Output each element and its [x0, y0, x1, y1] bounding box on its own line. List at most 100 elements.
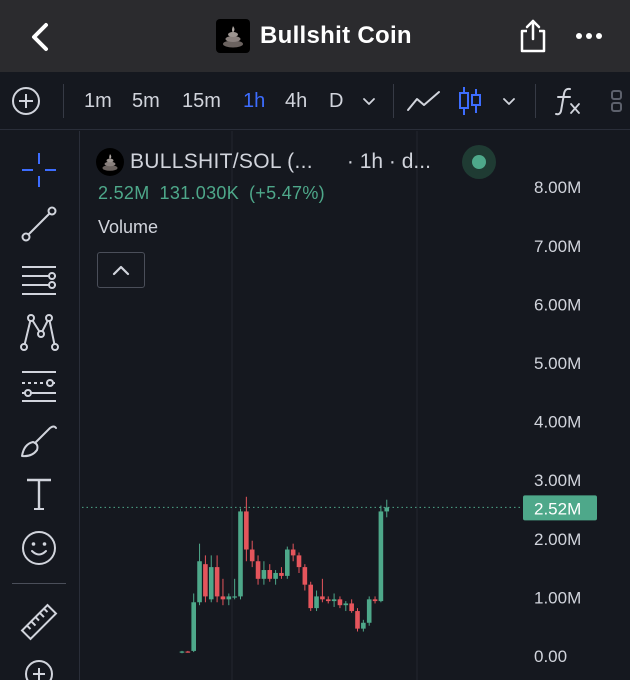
candle-body — [220, 596, 226, 600]
add-indicator-button[interactable] — [10, 72, 42, 130]
interval-15m[interactable]: 15m — [182, 72, 221, 130]
candle-body — [320, 596, 325, 600]
candlestick-icon — [459, 87, 481, 115]
brush-icon — [21, 425, 57, 458]
candle-body — [185, 651, 191, 653]
interval-1m[interactable]: 1m — [84, 72, 112, 130]
legend-interval: · 1h · d... — [346, 150, 431, 173]
candle-body — [249, 549, 255, 562]
market-status-indicator[interactable] — [462, 145, 496, 179]
pattern-icon — [20, 314, 59, 351]
price-axis-label: 6.00M — [534, 295, 581, 314]
toolbar-divider — [535, 84, 536, 118]
toolbar-divider — [63, 84, 64, 118]
crosshair-tool[interactable] — [16, 147, 62, 193]
back-button[interactable] — [26, 20, 54, 54]
trend-line-tool[interactable] — [16, 201, 62, 247]
price-axis-label: 2.00M — [534, 530, 581, 549]
candle-body — [238, 511, 243, 597]
token-logo-icon — [96, 148, 124, 176]
emoji-tool[interactable] — [16, 525, 62, 571]
candle-body — [226, 596, 232, 600]
chevron-up-icon — [112, 265, 130, 276]
candle-body — [179, 651, 185, 653]
fib-retracement-tool[interactable] — [16, 363, 62, 409]
candle-body — [197, 561, 202, 603]
candle-body — [191, 602, 196, 651]
price-axis-label: 8.00M — [534, 178, 581, 197]
candle-body — [279, 572, 284, 576]
interval-dropdown-button[interactable] — [360, 72, 378, 130]
last-price-label: 2.52M — [534, 499, 581, 518]
candle-body — [296, 555, 302, 568]
layout-icon — [611, 90, 622, 112]
candlestick-chart[interactable]: 8.00M 7.00M 6.00M 5.00M 4.00M 3.00M 2.00M 1.00M… — [82, 131, 630, 680]
chart-toolbar: 1m 5m 15m 1h 4h D — [0, 72, 630, 130]
candle-body — [361, 622, 366, 629]
chart-area[interactable]: 8.00M 7.00M 6.00M 5.00M 4.00M 3.00M 2.00M 1.00M… — [82, 131, 630, 680]
price-axis-label: 7.00M — [534, 237, 581, 256]
candle-body — [302, 567, 308, 585]
candle-body — [244, 511, 249, 550]
indicators-button[interactable] — [553, 72, 583, 130]
legend-last-price: 2.52M — [98, 183, 150, 203]
price-axis-label: 3.00M — [534, 471, 581, 490]
legend-header: BULLSHIT/SOL (... · 1h · d... — [96, 147, 431, 177]
more-options-button[interactable] — [574, 22, 604, 50]
candle-body — [308, 584, 313, 609]
candle-body — [325, 599, 331, 602]
legend-change-percent: (+5.47%) — [249, 183, 325, 203]
text-tool[interactable] — [16, 471, 62, 517]
layout-button[interactable] — [608, 72, 630, 130]
fib-retracement-icon — [22, 371, 56, 402]
candle-body — [267, 570, 273, 579]
legend-change: 131.030K — [159, 183, 240, 203]
coin-title: Bullshit Coin — [216, 18, 412, 54]
candle-body — [273, 572, 278, 579]
page-title: Bullshit Coin — [260, 22, 412, 49]
horizontal-lines-icon — [22, 266, 56, 295]
candle-body — [285, 549, 290, 576]
toolbar-divider — [393, 84, 394, 118]
chart-type-dropdown-button[interactable] — [500, 72, 518, 130]
text-icon — [27, 478, 51, 510]
candle-body — [255, 561, 261, 579]
candle-body — [203, 564, 208, 597]
volume-indicator-label[interactable]: Volume — [98, 217, 158, 238]
interval-d[interactable]: D — [329, 72, 343, 130]
collapse-legend-button[interactable] — [97, 252, 145, 288]
legend-values: 2.52M 131.030K (+5.47%) — [98, 183, 335, 204]
brush-tool[interactable] — [16, 419, 62, 465]
crosshair-icon — [22, 153, 56, 187]
share-icon — [520, 19, 546, 53]
function-icon — [555, 87, 580, 116]
candle-body — [343, 603, 349, 606]
status-dot-icon — [472, 155, 486, 169]
add-circle-icon — [12, 87, 40, 115]
chart-type-candles-button[interactable] — [456, 72, 484, 130]
candle-body — [355, 611, 360, 629]
price-axis-label: 0.00 — [534, 647, 567, 666]
interval-4h[interactable]: 4h — [285, 72, 307, 130]
zoom-in-icon — [25, 660, 53, 680]
ruler-tool[interactable] — [16, 599, 62, 645]
interval-5m[interactable]: 5m — [132, 72, 160, 130]
line-chart-icon — [407, 91, 440, 111]
candle-body — [261, 570, 267, 579]
legend-symbol[interactable]: BULLSHIT/SOL (... — [130, 150, 313, 174]
share-button[interactable] — [516, 18, 550, 54]
candle-body — [366, 599, 372, 623]
drawing-tools-sidebar — [0, 131, 80, 680]
zoom-in-tool[interactable] — [16, 651, 62, 680]
emoji-icon — [22, 531, 56, 565]
horizontal-lines-tool[interactable] — [16, 257, 62, 303]
candle-body — [378, 511, 384, 602]
candle-body — [314, 596, 319, 609]
chevron-down-icon — [363, 98, 375, 105]
line-chart-button[interactable] — [406, 72, 442, 130]
pattern-tool[interactable] — [16, 309, 62, 355]
candle-body — [214, 567, 220, 597]
interval-1h[interactable]: 1h — [243, 72, 265, 130]
candle-body — [232, 596, 237, 598]
price-axis-label: 4.00M — [534, 413, 581, 432]
